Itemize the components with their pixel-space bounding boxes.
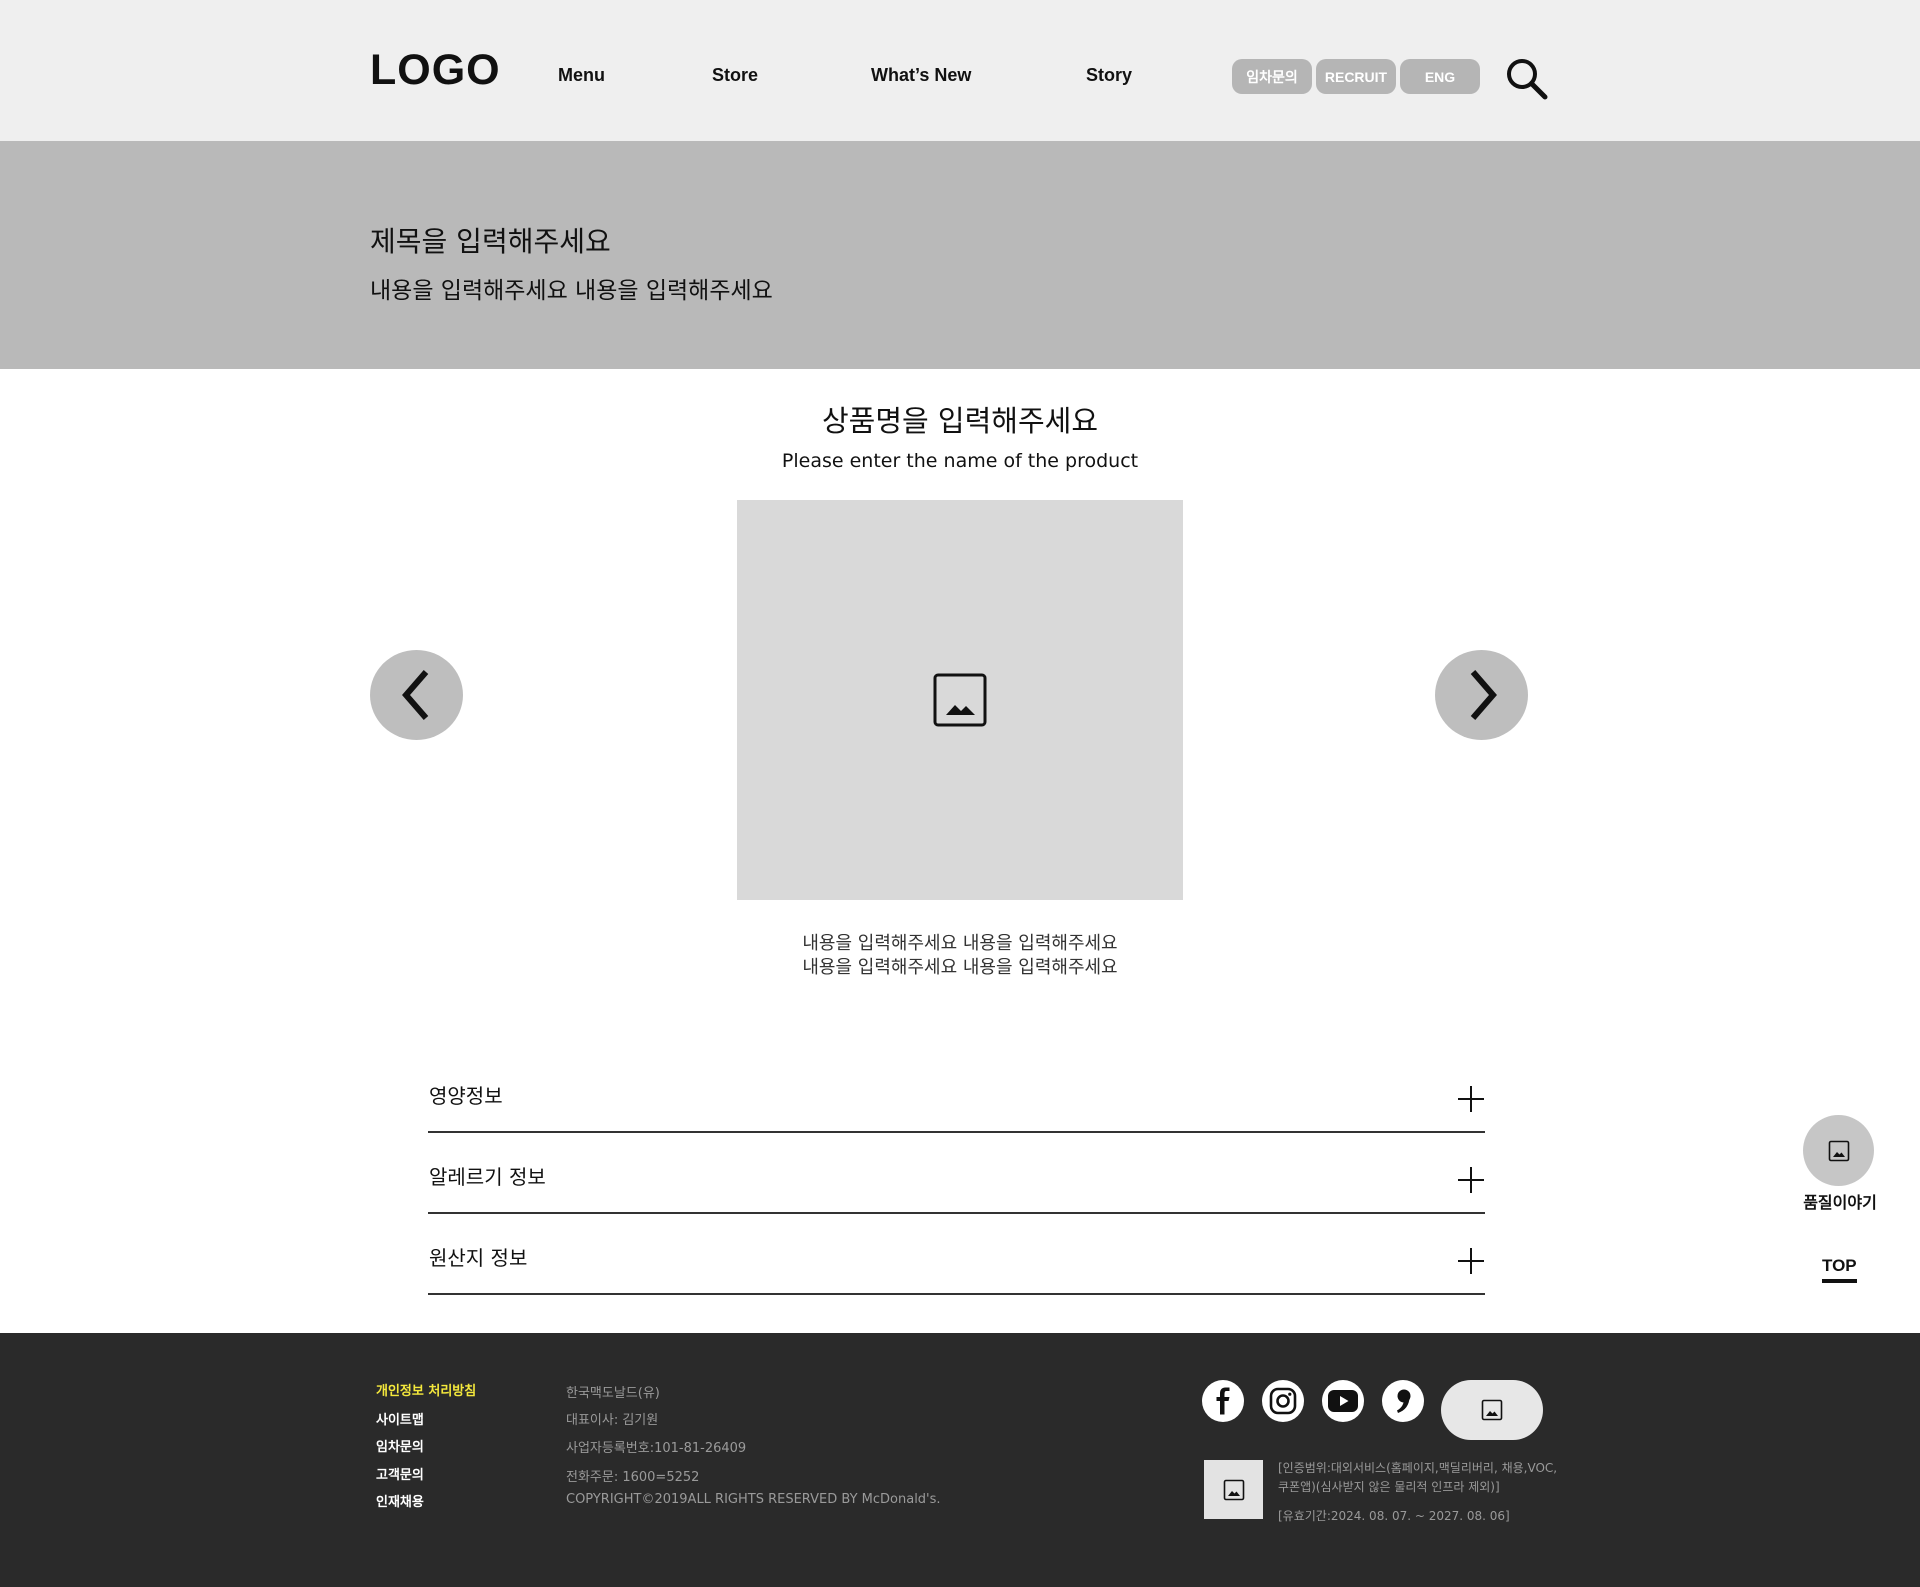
- prev-slide-button[interactable]: [370, 650, 463, 740]
- accordion-label: 영양정보: [429, 1084, 503, 1108]
- product-description-line: 내용을 입력해주세요 내용을 입력해주세요: [802, 957, 1118, 978]
- certification-scope: [인증범위:대외서비스(홈페이지,맥딜리버리, 채용,VOC,: [1278, 1461, 1558, 1475]
- certification-mark: [1204, 1460, 1263, 1519]
- footer-phone: 전화주문: 1600=5252: [566, 1470, 700, 1485]
- image-placeholder-icon: [1223, 1479, 1244, 1500]
- quality-story-label[interactable]: 품질이야기: [1760, 1189, 1920, 1213]
- facebook-icon[interactable]: [1202, 1380, 1244, 1422]
- accordion-nutrition[interactable]: 영양정보: [428, 1053, 1485, 1133]
- image-placeholder-icon: [933, 673, 987, 727]
- search-icon[interactable]: [1504, 56, 1550, 102]
- blog-icon[interactable]: [1382, 1380, 1424, 1422]
- footer-business-number: 사업자등록번호:101-81-26409: [566, 1441, 747, 1456]
- certification-scope-note: 쿠폰앱)(심사받지 않은 물리적 인프라 제외)]: [1278, 1480, 1500, 1494]
- product-name-english: Please enter the name of the product: [781, 450, 1139, 472]
- accordion-label: 원산지 정보: [429, 1246, 528, 1270]
- quality-story-button[interactable]: [1803, 1115, 1874, 1186]
- nav-whats-new[interactable]: What’s New: [871, 65, 971, 86]
- hero-subtitle: 내용을 입력해주세요 내용을 입력해주세요: [370, 278, 773, 304]
- footer-copyright: COPYRIGHT©2019ALL RIGHTS RESERVED BY McD…: [566, 1492, 941, 1507]
- nav-story[interactable]: Story: [1086, 65, 1132, 86]
- hero-title: 제목을 입력해주세요: [370, 225, 611, 258]
- footer-link-lease-inquiry[interactable]: 임차문의: [376, 1436, 424, 1455]
- footer-ceo: 대표이사: 김기원: [566, 1413, 659, 1428]
- lease-inquiry-button[interactable]: 임차문의: [1232, 59, 1312, 94]
- plus-icon: [1458, 1248, 1484, 1274]
- image-placeholder-icon: [1828, 1140, 1849, 1161]
- footer-company-name: 한국맥도날드(유): [566, 1386, 660, 1401]
- accordion-allergy[interactable]: 알레르기 정보: [428, 1134, 1485, 1214]
- accordion-origin[interactable]: 원산지 정보: [428, 1215, 1485, 1295]
- product-image: [737, 500, 1183, 900]
- chevron-right-icon: [1470, 670, 1497, 720]
- next-slide-button[interactable]: [1435, 650, 1528, 740]
- youtube-icon[interactable]: [1322, 1380, 1364, 1422]
- language-eng-button[interactable]: ENG: [1400, 59, 1480, 94]
- hero-banner: 제목을 입력해주세요 내용을 입력해주세요 내용을 입력해주세요: [0, 141, 1920, 369]
- logo[interactable]: LOGO: [370, 46, 501, 95]
- footer-link-recruit[interactable]: 인재채용: [376, 1491, 424, 1510]
- product-name: 상품명을 입력해주세요: [821, 404, 1099, 438]
- certification-validity: [유효기간:2024. 08. 07. ~ 2027. 08. 06]: [1278, 1509, 1510, 1523]
- nav-menu[interactable]: Menu: [558, 65, 605, 86]
- footer-link-sitemap[interactable]: 사이트맵: [376, 1409, 424, 1428]
- plus-icon: [1458, 1086, 1484, 1112]
- footer-link-privacy[interactable]: 개인정보 처리방침: [376, 1380, 476, 1399]
- recruit-button[interactable]: RECRUIT: [1316, 59, 1396, 94]
- footer-link-customer-inquiry[interactable]: 고객문의: [376, 1464, 424, 1483]
- instagram-icon[interactable]: [1262, 1380, 1304, 1422]
- scroll-top-button[interactable]: TOP: [1822, 1256, 1857, 1283]
- product-description-line: 내용을 입력해주세요 내용을 입력해주세요: [802, 933, 1118, 954]
- image-placeholder-icon: [1481, 1399, 1503, 1421]
- accordion-label: 알레르기 정보: [429, 1165, 546, 1189]
- site-footer: [0, 1333, 1920, 1587]
- nav-store[interactable]: Store: [712, 65, 758, 86]
- footer-badge[interactable]: [1441, 1380, 1543, 1440]
- site-header: LOGO Menu Store What’s New Story 임차문의 RE…: [0, 0, 1920, 141]
- plus-icon: [1458, 1167, 1484, 1193]
- chevron-left-icon: [401, 670, 428, 720]
